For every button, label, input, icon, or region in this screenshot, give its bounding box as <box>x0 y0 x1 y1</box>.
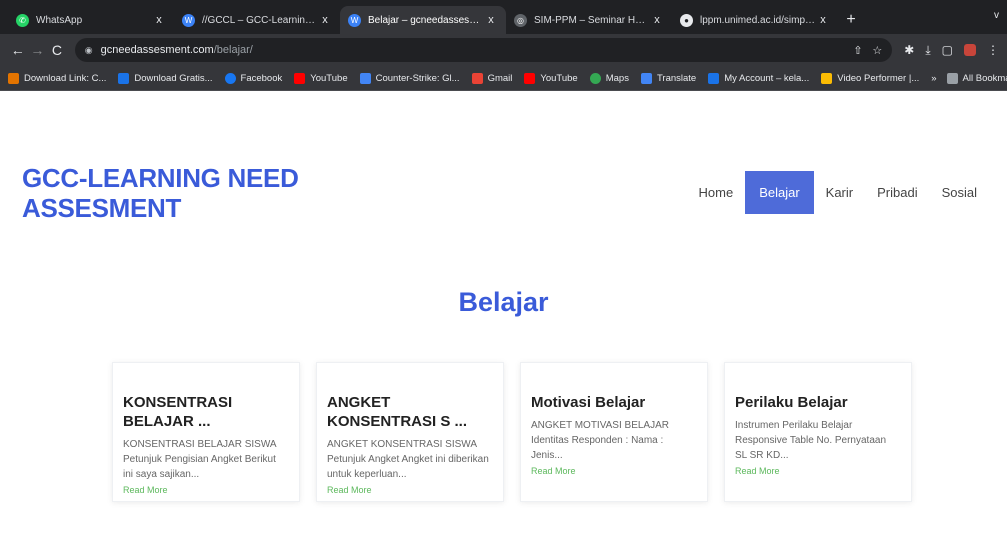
close-icon[interactable]: x <box>816 14 830 26</box>
tab-search-icon[interactable]: v <box>994 10 999 21</box>
site-title-line: ASSESMENT <box>22 193 182 223</box>
nav-sosial[interactable]: Sosial <box>930 171 989 214</box>
post-title[interactable]: ANGKET KONSENTRASI S ... <box>327 393 492 431</box>
extensions-icon[interactable]: ✱ <box>904 43 914 57</box>
facebook-icon <box>224 72 236 84</box>
post-title[interactable]: Perilaku Belajar <box>735 393 900 412</box>
nav-home[interactable]: Home <box>687 171 746 214</box>
post-title[interactable]: KONSENTRASI BELAJAR ... <box>123 393 288 431</box>
bookmark-star-icon[interactable]: ☆ <box>872 44 882 57</box>
bookmark-item[interactable]: YouTube <box>294 72 348 84</box>
bookmark-favicon-icon <box>708 72 720 84</box>
bookmark-favicon-icon <box>8 72 19 84</box>
post-excerpt: KONSENTRASI BELAJAR SISWA Petunjuk Pengi… <box>123 439 277 480</box>
menu-kebab-icon[interactable]: ⋮ <box>987 43 999 57</box>
site-title[interactable]: GCC-LEARNING NEED ASSESMENT <box>22 163 322 223</box>
post-card: Perilaku Belajar Instrumen Perilaku Bela… <box>724 362 912 502</box>
tab-lppm[interactable]: ● lppm.unimed.ac.id/simppm/ x <box>672 6 838 34</box>
address-bar[interactable]: ◉ gcneedassesment.com/belajar/ ⇧ ☆ <box>74 38 893 62</box>
sidepanel-icon[interactable]: ▢ <box>942 43 953 57</box>
bookmark-item[interactable]: Facebook <box>224 72 282 84</box>
main-nav: Home Belajar Karir Pribadi Sosial <box>687 171 990 214</box>
tab-title: SIM-PPM – Seminar Hasil <box>534 14 650 26</box>
site-icon: ● <box>680 13 693 27</box>
whatsapp-icon: ✆ <box>16 13 29 27</box>
site-title-line: GCC-LEARNING NEED <box>22 163 299 193</box>
site-info-icon[interactable]: ◉ <box>85 45 93 56</box>
browser-toolbar: ← → C ◉ gcneedassesment.com/belajar/ ⇧ ☆… <box>0 34 1007 66</box>
translate-icon <box>640 72 652 84</box>
youtube-icon <box>294 72 306 84</box>
share-icon[interactable]: ⇧ <box>853 44 862 57</box>
profile-avatar-icon[interactable] <box>964 44 977 56</box>
maps-pin-icon <box>589 72 601 84</box>
section-title: Belajar <box>458 287 549 317</box>
page-content: GCC-LEARNING NEED ASSESMENT Home Belajar… <box>0 91 1007 550</box>
tab-title: WhatsApp <box>36 14 83 26</box>
bookmark-favicon-icon <box>118 72 130 84</box>
gmail-icon <box>471 72 483 84</box>
url-host: gcneedassesment.com <box>100 44 214 56</box>
bookmarks-bar: Download Link: C... Download Gratis... F… <box>0 66 1007 91</box>
tab-gccl[interactable]: W //GCCL – GCC-Learning.com x <box>174 6 340 34</box>
wordpress-icon: W <box>348 13 361 27</box>
close-icon[interactable]: x <box>318 14 332 26</box>
bookmark-item[interactable]: Download Link: C... <box>8 72 106 84</box>
post-card: ANGKET KONSENTRASI S ... ANGKET KONSENTR… <box>316 362 504 502</box>
close-icon[interactable]: x <box>484 14 498 26</box>
post-card: KONSENTRASI BELAJAR ... KONSENTRASI BELA… <box>112 362 300 502</box>
youtube-icon <box>524 72 536 84</box>
bookmark-item[interactable]: YouTube <box>524 72 578 84</box>
reload-button[interactable]: C <box>47 42 67 58</box>
read-more-link[interactable]: Read More <box>531 466 696 476</box>
bookmark-item[interactable]: Counter-Strike: Gl... <box>359 72 460 84</box>
new-tab-button[interactable]: + <box>838 6 864 34</box>
forward-button[interactable]: → <box>28 42 48 58</box>
nav-karir[interactable]: Karir <box>814 171 865 214</box>
post-excerpt: Instrumen Perilaku Belajar Responsive Ta… <box>735 420 887 461</box>
tab-belajar[interactable]: W Belajar – gcneedassesment.c x <box>340 6 506 34</box>
tab-title: lppm.unimed.ac.id/simppm/ <box>700 14 816 26</box>
bookmarks-overflow-button[interactable]: » <box>931 73 936 84</box>
nav-pribadi[interactable]: Pribadi <box>865 171 929 214</box>
bookmark-item[interactable]: Video Performer |... <box>821 72 919 84</box>
browser-tab-strip: ✆ WhatsApp x W //GCCL – GCC-Learning.com… <box>0 0 1007 34</box>
post-excerpt: ANGKET KONSENTRASI SISWA Petunjuk Angket… <box>327 439 489 480</box>
nav-belajar[interactable]: Belajar <box>745 171 814 214</box>
post-cards: KONSENTRASI BELAJAR ... KONSENTRASI BELA… <box>112 362 912 502</box>
post-card: Motivasi Belajar ANGKET MOTIVASI BELAJAR… <box>520 362 708 502</box>
tab-whatsapp[interactable]: ✆ WhatsApp x <box>8 6 174 34</box>
bookmark-item[interactable]: Translate <box>640 72 696 84</box>
steam-icon <box>359 72 371 84</box>
bookmark-favicon-icon <box>821 72 833 84</box>
close-icon[interactable]: x <box>152 14 166 26</box>
all-bookmarks-button[interactable]: All Bookmarks <box>946 72 1007 84</box>
download-icon[interactable]: ⤓ <box>925 43 930 58</box>
globe-icon: ◎ <box>514 13 527 27</box>
wordpress-icon: W <box>182 13 195 27</box>
close-icon[interactable]: x <box>650 14 664 26</box>
bookmark-item[interactable]: Maps <box>589 72 629 84</box>
url-path: /belajar/ <box>213 44 253 56</box>
back-button[interactable]: ← <box>8 42 28 58</box>
tab-title: Belajar – gcneedassesment.c <box>368 14 484 26</box>
post-excerpt: ANGKET MOTIVASI BELAJAR Identitas Respon… <box>531 420 669 461</box>
bookmark-item[interactable]: Gmail <box>471 72 512 84</box>
folder-icon <box>946 72 958 84</box>
read-more-link[interactable]: Read More <box>327 485 492 495</box>
post-title[interactable]: Motivasi Belajar <box>531 393 696 412</box>
tab-title: //GCCL – GCC-Learning.com <box>202 14 318 26</box>
read-more-link[interactable]: Read More <box>123 485 288 495</box>
bookmark-item[interactable]: My Account – kela... <box>708 72 809 84</box>
bookmark-item[interactable]: Download Gratis... <box>118 72 213 84</box>
tab-sim-ppm[interactable]: ◎ SIM-PPM – Seminar Hasil x <box>506 6 672 34</box>
read-more-link[interactable]: Read More <box>735 466 900 476</box>
